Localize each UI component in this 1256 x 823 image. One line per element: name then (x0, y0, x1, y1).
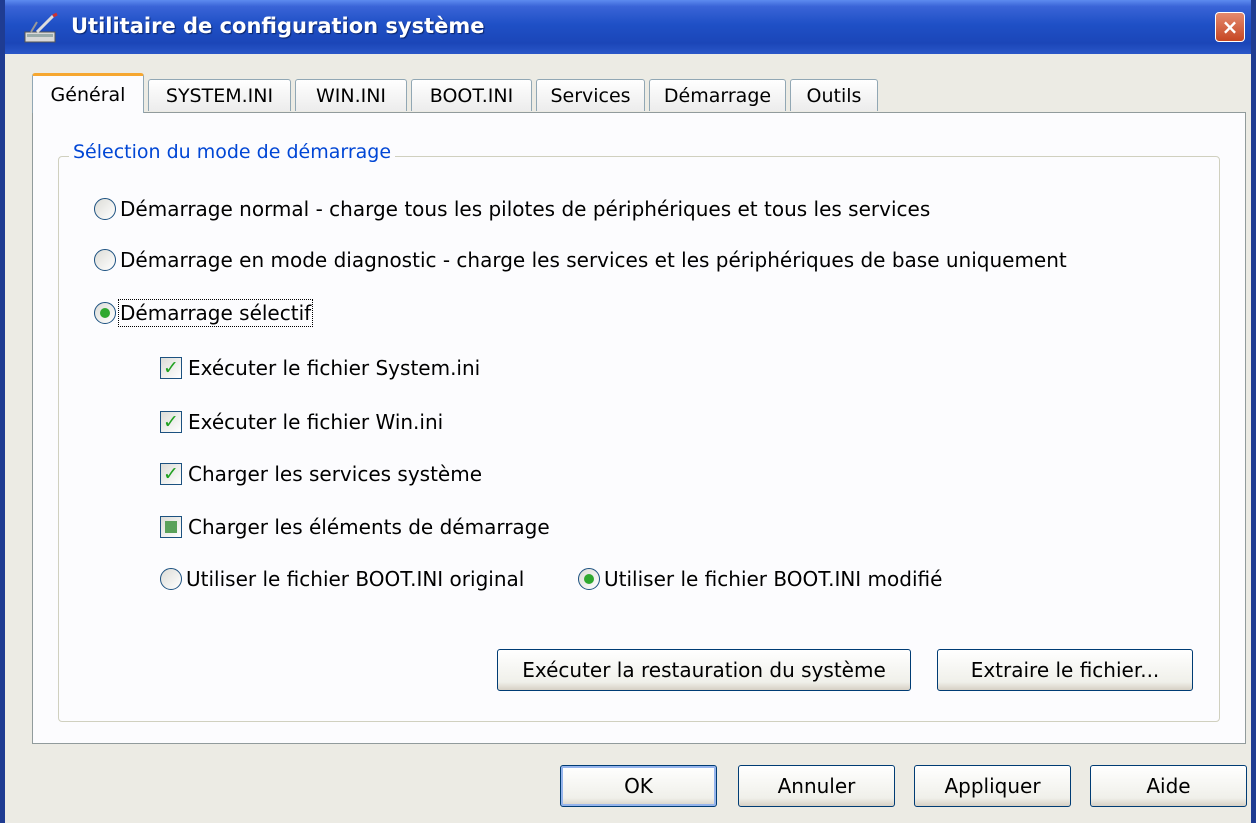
checkbox-win-ini-label: Exécuter le fichier Win.ini (188, 410, 444, 434)
apply-button[interactable]: Appliquer (914, 765, 1071, 807)
indeterminate-check-icon (160, 516, 182, 538)
checkmark-icon: ✓ (160, 357, 182, 379)
radio-diagnostic-startup-label: Démarrage en mode diagnostic - charge le… (120, 248, 1067, 272)
checkbox-system-services[interactable]: ✓ Charger les services système (160, 462, 482, 486)
ok-button[interactable]: OK (560, 765, 717, 807)
startup-mode-group-label: Sélection du mode de démarrage (69, 141, 396, 163)
tab-general[interactable]: Général (32, 73, 144, 113)
radio-boot-ini-modified-label: Utiliser le fichier BOOT.INI modifié (604, 567, 943, 591)
system-restore-button[interactable]: Exécuter la restauration du système (497, 649, 911, 691)
msconfig-window: Utilitaire de configuration système × Gé… (0, 0, 1256, 823)
cancel-button[interactable]: Annuler (738, 765, 895, 807)
checkbox-startup-items[interactable]: Charger les éléments de démarrage (160, 515, 550, 539)
checkbox-win-ini[interactable]: ✓ Exécuter le fichier Win.ini (160, 410, 443, 434)
checkbox-system-ini[interactable]: ✓ Exécuter le fichier System.ini (160, 356, 480, 380)
title-bar[interactable]: Utilitaire de configuration système × (5, 0, 1251, 54)
tab-startup[interactable]: Démarrage (649, 79, 786, 111)
checkbox-system-ini-label: Exécuter le fichier System.ini (188, 356, 481, 380)
radio-boot-ini-original-label: Utiliser le fichier BOOT.INI original (186, 567, 525, 591)
radio-indicator (94, 198, 116, 220)
radio-diagnostic-startup[interactable]: Démarrage en mode diagnostic - charge le… (94, 248, 1067, 272)
extract-file-button[interactable]: Extraire le fichier... (937, 649, 1193, 691)
radio-boot-ini-modified[interactable]: Utiliser le fichier BOOT.INI modifié (578, 567, 942, 591)
radio-selective-startup[interactable]: Démarrage sélectif (94, 299, 314, 327)
tab-tools[interactable]: Outils (790, 79, 878, 111)
tab-boot-ini[interactable]: BOOT.INI (411, 79, 532, 111)
checkmark-icon: ✓ (160, 411, 182, 433)
close-button[interactable]: × (1215, 12, 1245, 42)
window-title: Utilitaire de configuration système (71, 14, 485, 38)
radio-indicator (94, 302, 116, 324)
msconfig-icon (23, 12, 63, 46)
radio-indicator (578, 568, 600, 590)
tab-system-ini[interactable]: SYSTEM.INI (148, 79, 291, 111)
close-icon: × (1221, 15, 1239, 39)
tab-services[interactable]: Services (536, 79, 645, 111)
help-button[interactable]: Aide (1090, 765, 1247, 807)
checkbox-system-services-label: Charger les services système (188, 462, 483, 486)
radio-boot-ini-original[interactable]: Utiliser le fichier BOOT.INI original (160, 567, 524, 591)
checkmark-icon: ✓ (160, 463, 182, 485)
radio-normal-startup-label: Démarrage normal - charge tous les pilot… (120, 197, 931, 221)
startup-mode-groupbox (58, 156, 1220, 722)
radio-normal-startup[interactable]: Démarrage normal - charge tous les pilot… (94, 197, 930, 221)
checkbox-startup-items-label: Charger les éléments de démarrage (188, 515, 550, 539)
radio-indicator (94, 249, 116, 271)
tab-win-ini[interactable]: WIN.INI (295, 79, 407, 111)
radio-selective-startup-label: Démarrage sélectif (117, 299, 314, 327)
radio-indicator (160, 568, 182, 590)
